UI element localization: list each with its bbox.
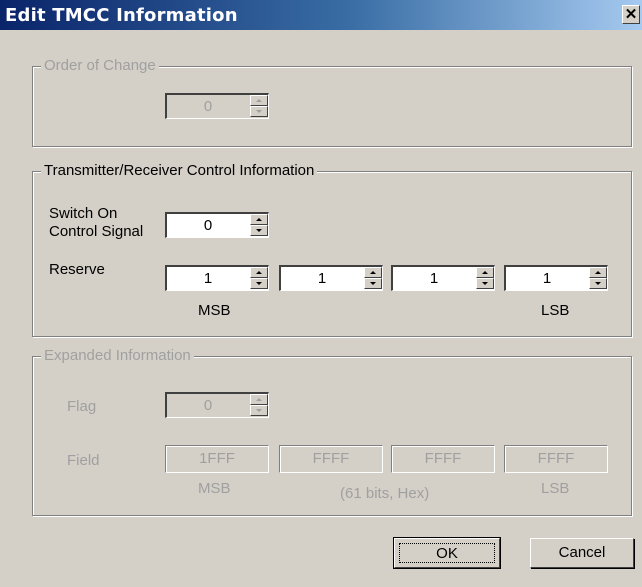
reserve-label: Reserve [49,261,105,278]
ok-focus-rect: OK [399,543,495,563]
spin-up-icon[interactable] [476,267,494,278]
order-of-change-group: Order of Change [32,57,632,147]
flag-spinner: 0 [165,392,269,418]
field-hex-value-1: 1FFF [199,450,235,467]
field-hex-value-4: FFFF [537,450,575,467]
reserve-value-2[interactable]: 1 [281,270,363,287]
field-hex-4: FFFF [504,445,608,473]
reserve-spinner-3[interactable]: 1 [391,265,495,291]
field-label: Field [67,452,100,469]
reserve-lsb-label: LSB [541,302,570,319]
cancel-button[interactable]: Cancel [530,538,634,568]
expanded-info-legend: Expanded Information [41,347,194,364]
field-lsb-label: LSB [541,480,570,497]
spin-up-icon[interactable] [589,267,607,278]
switch-on-label-line2: Control Signal [49,223,144,240]
spin-down-icon [250,106,268,117]
reserve-spinner-2[interactable]: 1 [279,265,383,291]
spin-down-icon[interactable] [250,278,268,289]
spin-up-icon[interactable] [250,267,268,278]
field-hex-3: FFFF [391,445,495,473]
spin-up-icon[interactable] [364,267,382,278]
reserve-value-4[interactable]: 1 [506,270,588,287]
spin-down-icon[interactable] [364,278,382,289]
reserve-spinner-1[interactable]: 1 [165,265,269,291]
field-msb-label: MSB [198,480,231,497]
close-icon: ✕ [624,6,638,23]
field-hex-value-2: FFFF [312,450,350,467]
window-title: Edit TMCC Information [5,5,238,26]
trc-legend: Transmitter/Receiver Control Information [41,162,318,179]
reserve-value-3[interactable]: 1 [393,270,475,287]
edit-tmcc-dialog: Edit TMCC Information ✕ Order of Change … [0,0,642,587]
field-hex-1: 1FFF [165,445,269,473]
spin-down-icon[interactable] [589,278,607,289]
spin-up-icon [250,394,268,405]
flag-value: 0 [203,397,213,414]
field-hex-2: FFFF [279,445,383,473]
reserve-value-1[interactable]: 1 [167,270,249,287]
switch-on-spinner[interactable]: 0 [165,212,269,238]
field-hex-value-3: FFFF [424,450,462,467]
spin-up-icon[interactable] [250,214,268,225]
spin-down-icon[interactable] [250,225,268,236]
cancel-button-label: Cancel [558,544,606,561]
switch-on-label: Switch On Control Signal [49,205,143,241]
flag-label: Flag [67,398,97,415]
ok-button-label: OK [436,545,458,562]
title-bar[interactable]: Edit TMCC Information ✕ [0,0,642,30]
spin-up-icon [250,95,268,106]
switch-on-value[interactable]: 0 [167,217,249,234]
order-of-change-value: 0 [203,98,213,115]
switch-on-label-line1: Switch On [49,205,118,222]
reserve-spinner-4[interactable]: 1 [504,265,608,291]
spin-down-icon[interactable] [476,278,494,289]
field-note-label: (61 bits, Hex) [340,485,430,502]
close-button[interactable]: ✕ [622,5,640,24]
order-of-change-legend: Order of Change [41,57,159,74]
spin-down-icon [250,405,268,416]
ok-button[interactable]: OK [393,537,501,569]
order-of-change-spinner: 0 [165,93,269,119]
reserve-msb-label: MSB [198,302,231,319]
